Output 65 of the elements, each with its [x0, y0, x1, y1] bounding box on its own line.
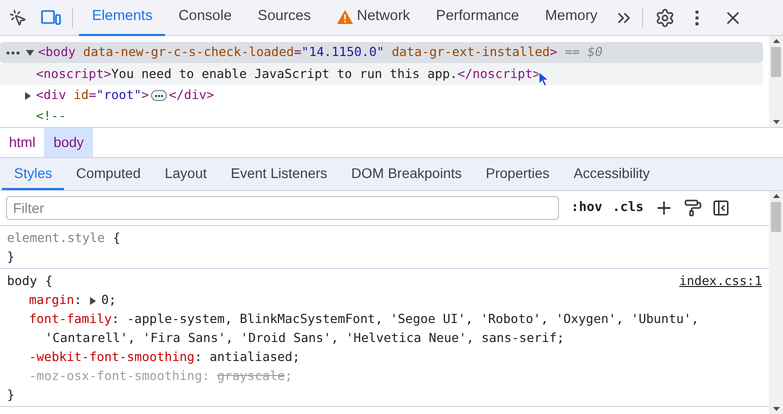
css-declaration[interactable]: margin: 0; — [29, 290, 116, 309]
pane-tab[interactable]: DOM Breakpoints — [339, 158, 474, 190]
markup-text: > — [141, 86, 149, 104]
breadcrumb[interactable]: body — [44, 128, 93, 157]
collapsed-triangle-icon[interactable] — [24, 92, 32, 100]
scroll-down-arrow-icon[interactable] — [772, 407, 780, 411]
pane-tab[interactable]: Accessibility — [562, 158, 662, 190]
expanded-triangle-icon[interactable] — [26, 48, 34, 56]
markup-text: "14.1150.0" — [301, 43, 384, 62]
warning-icon — [336, 10, 353, 24]
scrollbar-thumb[interactable] — [771, 47, 781, 77]
scrollbar-thumb[interactable] — [771, 202, 781, 232]
pane-tab[interactable]: Event Listeners — [218, 158, 340, 190]
css-declaration[interactable]: font-family: -apple-system, BlinkMacSystemFont, 'Segoe UI', 'Roboto', 'Oxygen', 'Ubuntu', 'Cantarell', 'Fira Sans', 'Droid Sans', 'Helvetica Neue', sans-serif; — [29, 309, 719, 347]
css-brace: } — [7, 386, 16, 404]
hover-state-button[interactable]: :hov — [571, 198, 602, 218]
panel-tab[interactable]: Console — [165, 0, 245, 36]
markup-text: </div> — [168, 86, 214, 104]
class-button[interactable]: .cls — [612, 198, 644, 218]
breadcrumb[interactable]: html — [0, 128, 44, 157]
markup-text: = — [88, 86, 96, 104]
css-selector: body — [7, 272, 38, 290]
markup-text: data-new-gr-c-s-check-loaded — [82, 43, 294, 62]
dom-node-line[interactable]: <div id="root"> </div> — [0, 85, 763, 106]
pane-tab[interactable]: Layout — [152, 158, 219, 190]
panel-tab[interactable]: Elements — [79, 0, 166, 36]
css-brace: { — [45, 272, 53, 290]
selected-node-hint: == $0 — [564, 43, 602, 62]
scrollbar[interactable] — [769, 191, 783, 414]
scroll-up-arrow-icon[interactable] — [772, 194, 780, 198]
scroll-down-arrow-icon[interactable] — [772, 120, 780, 124]
css-declaration[interactable]: -webkit-font-smoothing: antialiased; — [29, 347, 300, 366]
expand-triangle-icon[interactable] — [89, 296, 98, 305]
mouse-cursor-icon — [538, 71, 550, 87]
pane-tab[interactable]: Properties — [474, 158, 562, 190]
markup-text: = — [294, 43, 302, 62]
filter-field[interactable]: Filter — [6, 196, 559, 220]
sidebar-toggle-icon[interactable] — [712, 199, 730, 217]
markup-text: <div — [36, 86, 66, 104]
markup-text: id — [72, 86, 89, 104]
css-selector: element.style — [7, 229, 105, 247]
markup-text: "root" — [96, 86, 142, 104]
panel-tab[interactable]: Performance — [423, 0, 532, 36]
markup-text: <body — [38, 43, 76, 62]
panel-tab[interactable]: Memory — [532, 0, 610, 36]
scrollbar[interactable] — [769, 36, 783, 127]
settings-icon[interactable] — [655, 8, 676, 28]
markup-text: <!-- — [36, 107, 66, 126]
markup-text: </noscript> — [457, 64, 540, 83]
markup-text: <noscript> — [36, 64, 112, 83]
pane-tab[interactable]: Styles — [2, 158, 64, 190]
markup-text: data-gr-ext-installed — [390, 43, 550, 62]
source-link[interactable]: index.css:1 — [679, 271, 762, 290]
scroll-up-arrow-icon[interactable] — [772, 39, 780, 43]
pane-tab[interactable]: Computed — [64, 158, 153, 190]
panel-tab[interactable]: Sources — [244, 0, 324, 36]
panel-tab[interactable]: Network — [324, 0, 424, 36]
more-dots-icon[interactable] — [6, 50, 20, 54]
markup-text: > — [550, 43, 558, 62]
css-brace: } — [7, 248, 16, 266]
dom-node-line[interactable]: <!-- — [0, 106, 763, 127]
paint-roller-icon[interactable] — [684, 199, 702, 217]
collapsed-content-badge[interactable] — [150, 90, 167, 101]
markup-text: You need to enable JavaScript to run this app. — [111, 64, 458, 83]
css-brace: { — [112, 229, 120, 247]
